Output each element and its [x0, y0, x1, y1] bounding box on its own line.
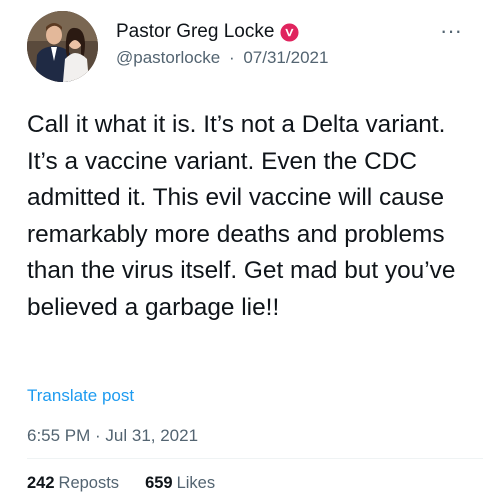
likes-label: Likes — [176, 474, 216, 492]
divider — [27, 458, 483, 459]
avatar[interactable] — [27, 11, 98, 82]
post-text: Call it what it is. It’s not a Delta var… — [27, 111, 456, 321]
reposts-count: 242 — [27, 474, 55, 492]
name-row: Pastor Greg Locke — [116, 20, 455, 44]
tweet: Pastor Greg Locke @pastorlocke · 07/31/2… — [0, 0, 483, 500]
reposts-label: Reposts — [58, 474, 120, 492]
likes-count: 659 — [145, 474, 173, 492]
verified-badge-icon — [280, 22, 299, 42]
post-header: Pastor Greg Locke @pastorlocke · 07/31/2… — [116, 20, 455, 68]
translate-post-link[interactable]: Translate post — [27, 386, 134, 406]
post-stats: 242 Reposts 659 Likes — [27, 474, 241, 493]
display-name[interactable]: Pastor Greg Locke — [116, 21, 274, 43]
profile-photo — [27, 11, 98, 82]
reposts-stat[interactable]: 242 Reposts — [27, 474, 119, 493]
meta-separator: · — [228, 48, 235, 67]
handle[interactable]: @pastorlocke — [116, 48, 220, 67]
post-timestamp[interactable]: 6:55 PM · Jul 31, 2021 — [27, 426, 198, 446]
meta-row: @pastorlocke · 07/31/2021 — [116, 48, 455, 68]
likes-stat[interactable]: 659 Likes — [145, 474, 215, 493]
more-options-icon[interactable]: ··· — [440, 20, 462, 42]
post-date[interactable]: 07/31/2021 — [243, 48, 328, 67]
